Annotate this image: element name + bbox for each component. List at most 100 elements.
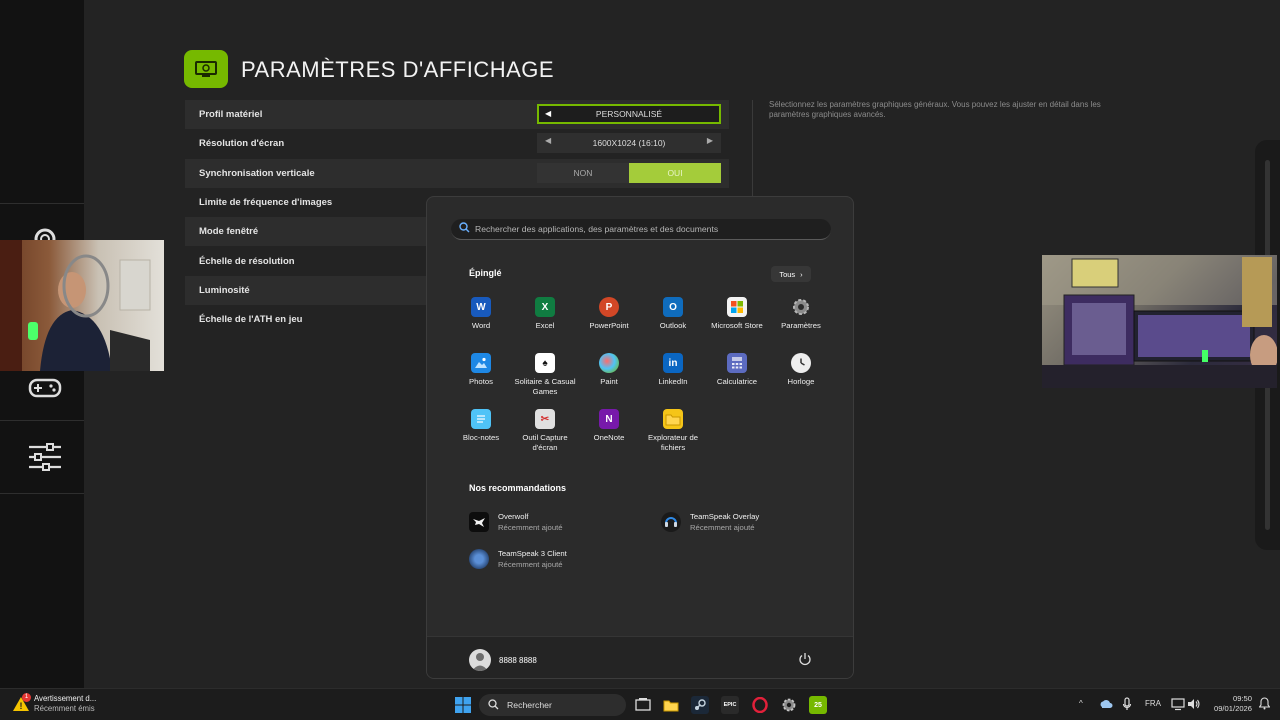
- vsync-on-option[interactable]: OUI: [629, 162, 721, 183]
- app-store[interactable]: Microsoft Store: [705, 297, 769, 353]
- app-linkedin[interactable]: in LinkedIn: [641, 353, 705, 409]
- app-powerpoint[interactable]: P PowerPoint: [577, 297, 641, 353]
- paint-icon: [599, 353, 619, 373]
- setting-row-resolution[interactable]: Résolution d'écran ◀ 1600X1024 (16:10) ▶: [185, 129, 729, 158]
- windows-start-icon[interactable]: [454, 696, 472, 714]
- setting-label: Synchronisation verticale: [199, 167, 315, 179]
- recommended-item[interactable]: TeamSpeak Overlay Récemment ajouté: [661, 512, 759, 532]
- arrow-right-icon[interactable]: ▶: [707, 136, 713, 145]
- store-icon: [727, 297, 747, 317]
- app-label: Photos: [469, 377, 493, 386]
- taskbar-search-label: Rechercher: [507, 700, 552, 710]
- app25-label: 25: [814, 701, 822, 709]
- app-onenote[interactable]: N OneNote: [577, 409, 641, 465]
- app-calculator[interactable]: Calculatrice: [705, 353, 769, 409]
- app-snipping-tool[interactable]: ✂ Outil Capture d'écran: [513, 409, 577, 465]
- sliders-icon[interactable]: [26, 440, 64, 474]
- overwolf-icon: [469, 512, 489, 532]
- app-outlook[interactable]: O Outlook: [641, 297, 705, 353]
- notification-bell-icon[interactable]: [1258, 697, 1271, 712]
- recommended-name: Overwolf: [498, 512, 529, 521]
- app-label: Outlook: [659, 321, 687, 330]
- taskbar-search[interactable]: Rechercher: [479, 694, 626, 716]
- pinned-heading: Épinglé: [469, 268, 502, 278]
- setting-label: Profil matériel: [199, 109, 263, 121]
- gear-icon: [791, 297, 811, 317]
- recommended-name: TeamSpeak Overlay: [690, 512, 760, 521]
- start-menu: Rechercher des applications, des paramèt…: [426, 196, 854, 679]
- setting-label: Échelle de résolution: [199, 255, 295, 267]
- app-paint[interactable]: Paint: [577, 353, 641, 409]
- setting-row-profile[interactable]: Profil matériel ◀ PERSONNALISÉ: [185, 100, 729, 130]
- webcam-left: [0, 240, 164, 371]
- recommended-item[interactable]: Overwolf Récemment ajouté: [469, 512, 563, 532]
- vsync-off-option[interactable]: NON: [537, 162, 629, 183]
- all-apps-button[interactable]: Tous ›: [771, 266, 811, 282]
- sidebar-divider: [0, 493, 84, 494]
- volume-icon[interactable]: [1187, 697, 1201, 713]
- user-name: 8888 8888: [499, 655, 537, 665]
- app-clock[interactable]: Horloge: [769, 353, 833, 409]
- profile-value: PERSONNALISÉ: [595, 109, 663, 119]
- app-label: LinkedIn: [658, 377, 688, 386]
- help-text: Sélectionnez les paramètres graphiques g…: [769, 100, 1101, 119]
- vsync-toggle[interactable]: NON OUI: [537, 162, 721, 183]
- app-word[interactable]: W Word: [449, 297, 513, 353]
- webcam-right: [1042, 255, 1277, 388]
- recommended-sub: Récemment ajouté: [690, 523, 755, 532]
- word-icon: W: [471, 297, 491, 317]
- steam-icon[interactable]: [691, 696, 709, 714]
- app-excel[interactable]: X Excel: [513, 297, 577, 353]
- app-settings[interactable]: Paramètres: [769, 297, 833, 353]
- app-label: Calculatrice: [716, 377, 758, 386]
- search-placeholder: Rechercher des applications, des paramèt…: [475, 224, 719, 234]
- search-icon: [488, 698, 499, 712]
- app-label: Outil Capture d'écran: [522, 433, 568, 452]
- app-photos[interactable]: Photos: [449, 353, 513, 409]
- setting-row-vsync[interactable]: Synchronisation verticale NON OUI: [185, 158, 729, 188]
- profile-selector[interactable]: ◀ PERSONNALISÉ: [537, 104, 721, 124]
- teamspeak-overlay-icon: [661, 512, 681, 532]
- gamepad-icon[interactable]: [26, 370, 64, 404]
- notification-sub: Récemment émis: [34, 704, 95, 713]
- resolution-selector[interactable]: ◀ 1600X1024 (16:10) ▶: [537, 133, 721, 154]
- resolution-value: 1600X1024 (16:10): [592, 138, 666, 149]
- arrow-left-icon[interactable]: ◀: [545, 109, 551, 118]
- display-icon: [184, 50, 228, 88]
- system-clock[interactable]: 09:50 09/01/2026: [1204, 694, 1252, 714]
- network-icon[interactable]: [1171, 697, 1185, 713]
- notification-title: Avertissement d...: [34, 694, 97, 703]
- language-indicator[interactable]: FRA: [1145, 699, 1161, 708]
- app-label: Explorateur de fichiers: [648, 433, 698, 452]
- epic-games-icon[interactable]: EPIC: [721, 696, 739, 714]
- power-icon[interactable]: [797, 651, 813, 667]
- user-account[interactable]: 8888 8888: [469, 649, 537, 671]
- recommended-sub: Récemment ajouté: [498, 560, 563, 569]
- notification-badge: 1: [22, 692, 31, 702]
- powerpoint-icon: P: [599, 297, 619, 317]
- linkedin-icon: in: [663, 353, 683, 373]
- recommended-item[interactable]: TeamSpeak 3 Client Récemment ajouté: [469, 549, 567, 569]
- task-view-icon[interactable]: [634, 696, 652, 714]
- clock-date: 09/01/2026: [1213, 704, 1252, 713]
- app-notepad[interactable]: Bloc-notes: [449, 409, 513, 465]
- recommended-sub: Récemment ajouté: [498, 523, 563, 532]
- folder-icon: [663, 409, 683, 429]
- microphone-icon[interactable]: [1122, 697, 1132, 713]
- notification-widget[interactable]: ! 1 Avertissement d... Récemment émis: [12, 692, 97, 713]
- folder-icon[interactable]: [662, 696, 680, 714]
- start-search-input[interactable]: Rechercher des applications, des paramèt…: [451, 219, 831, 240]
- app-solitaire[interactable]: ♠ Solitaire & Casual Games: [513, 353, 577, 409]
- chevron-up-icon[interactable]: ^: [1079, 699, 1083, 708]
- epic-label: EPIC: [723, 702, 737, 708]
- nvidia-app-icon[interactable]: 25: [809, 696, 827, 714]
- gear-icon[interactable]: [780, 696, 798, 714]
- opera-icon[interactable]: [751, 696, 769, 714]
- setting-label: Échelle de l'ATH en jeu: [199, 314, 303, 326]
- app-file-explorer[interactable]: Explorateur de fichiers: [641, 409, 705, 465]
- setting-label: Mode fenêtré: [199, 226, 259, 238]
- all-apps-label: Tous: [779, 269, 796, 279]
- screen: PARAMÈTRES D'AFFICHAGE Profil matériel ◀…: [0, 0, 1280, 720]
- arrow-left-icon[interactable]: ◀: [545, 136, 551, 145]
- onedrive-icon[interactable]: [1099, 698, 1113, 712]
